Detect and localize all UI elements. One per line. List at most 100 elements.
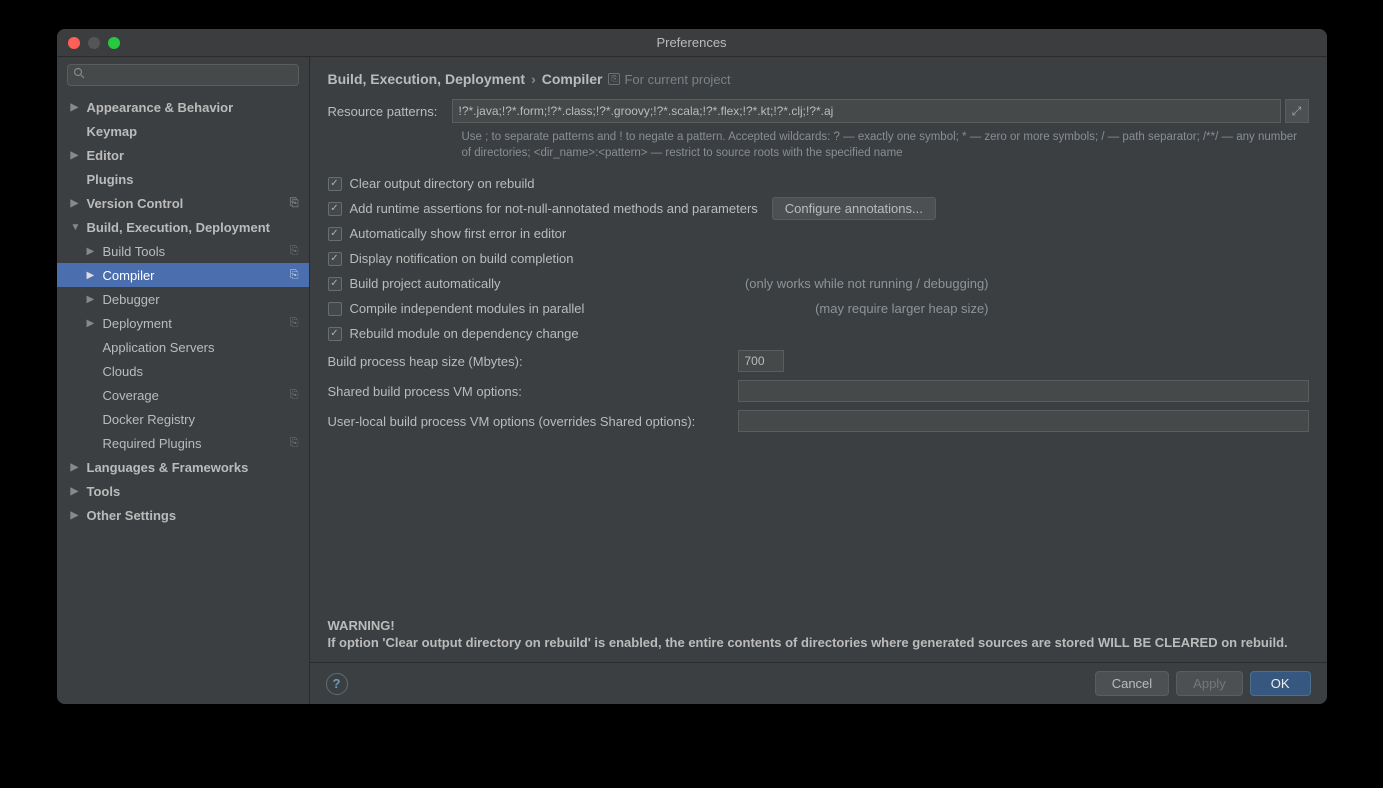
project-scope-icon: ⎘ (608, 73, 620, 85)
tree-item-build-execution-deployment[interactable]: ▼ Build, Execution, Deployment (57, 215, 309, 239)
tree-item-docker-registry[interactable]: Docker Registry (57, 407, 309, 431)
tree-item-compiler[interactable]: ▶Compiler⎘ (57, 263, 309, 287)
tree-expander-icon[interactable]: ▶ (71, 198, 83, 209)
parallel-compile-note: (may require larger heap size) (815, 301, 988, 316)
tree-item-label: Other Settings (87, 508, 177, 523)
ok-button[interactable]: OK (1250, 671, 1311, 696)
tree-item-build-tools[interactable]: ▶ Build Tools ⎘ (57, 239, 309, 263)
tree-item-label: Build, Execution, Deployment (87, 220, 270, 235)
warning-body: If option 'Clear output directory on reb… (328, 634, 1309, 652)
tree-item-label: Languages & Frameworks (87, 460, 249, 475)
shared-vm-input[interactable] (738, 380, 1309, 402)
auto-show-error-label[interactable]: Automatically show first error in editor (350, 226, 567, 241)
minimize-window-icon[interactable] (88, 37, 100, 49)
tree-item-label: Tools (87, 484, 121, 499)
breadcrumb: Build, Execution, Deployment › Compiler … (328, 71, 1309, 87)
parallel-compile-label[interactable]: Compile independent modules in parallel (350, 301, 585, 316)
project-scope-icon: ⎘ (290, 389, 299, 402)
close-window-icon[interactable] (68, 37, 80, 49)
rebuild-dependency-checkbox[interactable] (328, 327, 342, 341)
clear-output-label[interactable]: Clear output directory on rebuild (350, 176, 535, 191)
tree-item-languages-frameworks[interactable]: ▶ Languages & Frameworks (57, 455, 309, 479)
project-scope-icon: ⎘ (290, 245, 299, 258)
warning-heading: WARNING! (328, 617, 1309, 635)
auto-show-error-checkbox[interactable] (328, 227, 342, 241)
tree-item-keymap[interactable]: Keymap (57, 119, 309, 143)
tree-item-label: Coverage (103, 388, 159, 403)
tree-expander-icon[interactable]: ▶ (71, 486, 83, 497)
expand-input-button[interactable]: ⤢ (1285, 99, 1309, 123)
display-notification-row: Display notification on build completion (328, 246, 1309, 271)
tree-item-plugins[interactable]: Plugins (57, 167, 309, 191)
clear-output-checkbox[interactable] (328, 177, 342, 191)
tree-expander-icon[interactable]: ▶ (87, 270, 99, 281)
auto-build-row: Build project automatically (only works … (328, 271, 1309, 296)
rebuild-dependency-label[interactable]: Rebuild module on dependency change (350, 326, 579, 341)
tree-expander-icon[interactable]: ▶ (87, 294, 99, 305)
title-bar[interactable]: Preferences (57, 29, 1327, 57)
auto-build-label[interactable]: Build project automatically (350, 276, 501, 291)
display-notification-label[interactable]: Display notification on build completion (350, 251, 574, 266)
tree-item-label: Plugins (87, 172, 134, 187)
auto-build-checkbox[interactable] (328, 277, 342, 291)
breadcrumb-separator: › (531, 71, 536, 87)
local-vm-label: User-local build process VM options (ove… (328, 414, 728, 429)
tree-item-required-plugins[interactable]: Required Plugins⎘ (57, 431, 309, 455)
breadcrumb-part-2[interactable]: Compiler (542, 71, 603, 87)
tree-expander-icon[interactable]: ▶ (87, 318, 99, 329)
auto-show-error-row: Automatically show first error in editor (328, 221, 1309, 246)
main-panel: Build, Execution, Deployment › Compiler … (310, 57, 1327, 704)
tree-expander-icon[interactable]: ▶ (87, 246, 99, 257)
tree-item-label: Build Tools (103, 244, 166, 259)
sidebar: ▶Appearance & BehaviorKeymap ▶ Editor Plugi… (57, 57, 310, 704)
heap-size-label: Build process heap size (Mbytes): (328, 354, 728, 369)
window-body: ▶Appearance & BehaviorKeymap ▶ Editor Plugi… (57, 57, 1327, 704)
tree-item-label: Editor (87, 148, 125, 163)
heap-size-input[interactable] (738, 350, 784, 372)
display-notification-checkbox[interactable] (328, 252, 342, 266)
local-vm-row: User-local build process VM options (ove… (328, 406, 1309, 436)
runtime-assertions-checkbox[interactable] (328, 202, 342, 216)
tree-item-debugger[interactable]: ▶ Debugger (57, 287, 309, 311)
tree-item-clouds[interactable]: Clouds (57, 359, 309, 383)
tree-item-version-control[interactable]: ▶Version Control⎘ (57, 191, 309, 215)
help-button[interactable]: ? (326, 673, 348, 695)
runtime-assertions-row: Add runtime assertions for not-null-anno… (328, 196, 1309, 221)
traffic-lights (68, 37, 120, 49)
tree-item-label: Required Plugins (103, 436, 202, 451)
heap-size-row: Build process heap size (Mbytes): (328, 346, 1309, 376)
tree-item-deployment[interactable]: ▶Deployment⎘ (57, 311, 309, 335)
parallel-compile-row: Compile independent modules in parallel … (328, 296, 1309, 321)
resource-patterns-input[interactable] (452, 99, 1281, 123)
tree-item-appearance-behavior[interactable]: ▶Appearance & Behavior (57, 95, 309, 119)
tree-expander-icon[interactable]: ▶ (71, 102, 83, 113)
tree-item-label: Application Servers (103, 340, 215, 355)
help-icon: ? (333, 676, 341, 691)
maximize-window-icon[interactable] (108, 37, 120, 49)
search-icon (73, 66, 85, 84)
cancel-button[interactable]: Cancel (1095, 671, 1169, 696)
tree-item-application-servers[interactable]: Application Servers (57, 335, 309, 359)
sidebar-search-wrap (57, 57, 309, 93)
local-vm-input[interactable] (738, 410, 1309, 432)
tree-item-label: Deployment (103, 316, 172, 331)
resource-patterns-label: Resource patterns: (328, 104, 452, 119)
tree-item-label: Debugger (103, 292, 160, 307)
tree-item-other-settings[interactable]: ▶ Other Settings (57, 503, 309, 527)
tree-expander-icon[interactable]: ▶ (71, 150, 83, 161)
content-area: Build, Execution, Deployment › Compiler … (310, 57, 1327, 662)
tree-expander-icon[interactable]: ▶ (71, 510, 83, 521)
tree-item-editor[interactable]: ▶ Editor (57, 143, 309, 167)
tree-expander-icon[interactable]: ▼ (71, 222, 83, 233)
window-title: Preferences (656, 35, 726, 50)
parallel-compile-checkbox[interactable] (328, 302, 342, 316)
tree-item-label: Version Control (87, 196, 184, 211)
tree-expander-icon[interactable]: ▶ (71, 462, 83, 473)
tree-item-tools[interactable]: ▶ Tools (57, 479, 309, 503)
configure-annotations-button[interactable]: Configure annotations... (772, 197, 936, 220)
apply-button[interactable]: Apply (1176, 671, 1243, 696)
sidebar-search-input[interactable] (67, 64, 299, 86)
tree-item-coverage[interactable]: Coverage ⎘ (57, 383, 309, 407)
breadcrumb-part-1[interactable]: Build, Execution, Deployment (328, 71, 526, 87)
runtime-assertions-label[interactable]: Add runtime assertions for not-null-anno… (350, 201, 758, 216)
